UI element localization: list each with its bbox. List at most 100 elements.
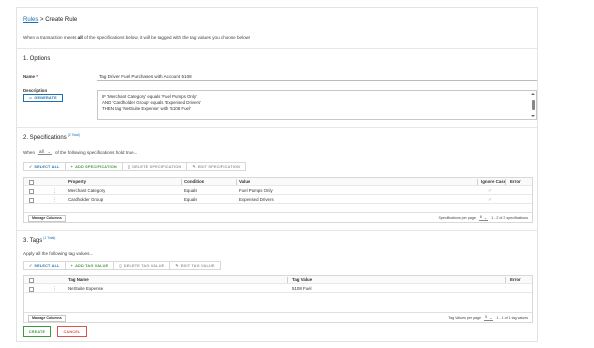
table-row[interactable]: ⋮ Cardholder Group Equals Expensed Drive…: [24, 196, 532, 204]
kebab-menu-icon[interactable]: ⋮: [52, 196, 57, 204]
grid-header-row: Tag Name Tag Value Error: [24, 276, 532, 284]
row-checkbox[interactable]: [29, 197, 34, 203]
breadcrumb-rules-link[interactable]: Rules: [23, 17, 38, 23]
name-input[interactable]: Tag Driver Fuel Purchases with Account 5…: [97, 72, 537, 81]
per-page-select[interactable]: 8 ⌄: [478, 215, 489, 221]
when-suffix: of the following specifications hold tru…: [54, 149, 138, 155]
kebab-menu-icon[interactable]: ⋮: [52, 285, 57, 293]
select-all-tags-button[interactable]: ✓ SELECT ALL: [24, 262, 66, 269]
create-button[interactable]: CREATE: [23, 326, 51, 337]
per-page-value: 8: [479, 215, 482, 219]
cell-value: Expensed Drivers: [239, 197, 274, 202]
add-tag-value-button[interactable]: + ADD TAG VALUE: [66, 262, 115, 269]
textarea-scrollbar[interactable]: [531, 92, 535, 118]
row-checkbox[interactable]: [29, 286, 34, 292]
chevron-down-icon: ⌄: [489, 315, 493, 320]
row-checkbox[interactable]: [29, 188, 34, 194]
cancel-button[interactable]: CANCEL: [57, 326, 87, 337]
column-header-property[interactable]: Property: [68, 178, 86, 186]
cell-condition: Equals: [184, 188, 198, 193]
chevron-down-icon: ⌄: [47, 149, 51, 154]
when-prefix: When: [23, 149, 36, 155]
required-mark: *: [36, 74, 38, 79]
per-page-label: Tag Values per page: [448, 316, 482, 320]
pagination-range: 1 - 1 of 1 tag values: [496, 316, 528, 320]
trash-icon: ▯: [127, 164, 131, 169]
column-header-ignore-case[interactable]: Ignore Case: [481, 178, 506, 186]
column-header-value[interactable]: Value: [239, 178, 250, 186]
description-line: THEN tag 'NetSuite Expense' with '5108 F…: [102, 106, 191, 111]
select-all-label: SELECT ALL: [34, 263, 60, 268]
column-separator: [505, 179, 506, 185]
description-textarea[interactable]: IF 'Merchant Category' equals 'Fuel Pump…: [97, 90, 537, 120]
select-all-label: SELECT ALL: [34, 164, 60, 169]
cell-value: Fuel Pumps Only: [239, 188, 273, 193]
ai-icon: AI: [29, 96, 33, 100]
name-label-text: Name: [23, 74, 35, 79]
tags-toolbar: ✓ SELECT ALL + ADD TAG VALUE ▯ DELETE TA…: [23, 261, 221, 270]
column-separator: [287, 277, 288, 283]
select-all-specifications-button[interactable]: ✓ SELECT ALL: [24, 163, 66, 170]
scroll-up-arrow-icon[interactable]: [531, 93, 535, 95]
column-header-error[interactable]: Error: [510, 178, 521, 186]
intro-text-before: When a transaction meets: [23, 35, 78, 40]
pencil-icon: ✎: [192, 165, 196, 169]
scroll-down-arrow-icon[interactable]: [531, 115, 535, 117]
pagination: Specifications per page 8 ⌄ 1 - 2 of 2 s…: [439, 213, 528, 223]
edit-tag-value-label: EDIT TAG VALUE: [180, 263, 215, 268]
divider: [17, 48, 537, 49]
scroll-thumb[interactable]: [531, 100, 535, 110]
edit-tag-value-button[interactable]: ✎ EDIT TAG VALUE: [170, 262, 219, 269]
delete-tag-value-label: DELETE TAG VALUE: [123, 263, 165, 268]
per-page-select[interactable]: 5 ⌄: [484, 315, 494, 321]
tags-heading: 3. Tags(1 Total): [23, 236, 55, 244]
column-separator: [505, 277, 506, 283]
check-icon: ✓: [29, 264, 33, 268]
cell-tag-name: NetSuite Expense: [68, 286, 104, 291]
manage-columns-button[interactable]: Manage Columns: [28, 314, 66, 322]
column-header-condition[interactable]: Condition: [184, 178, 204, 186]
name-label: Name *: [23, 74, 38, 79]
table-row[interactable]: ⋮ NetSuite Expense 5108 Fuel: [24, 285, 532, 293]
table-row[interactable]: ⋮ Merchant Category Equals Fuel Pumps On…: [24, 187, 532, 195]
edit-specification-button[interactable]: ✎ EDIT SPECIFICATION: [187, 163, 245, 170]
intro-text-after: of the specifications below, it will be …: [82, 35, 251, 40]
plus-icon: +: [70, 263, 74, 268]
edit-specification-label: EDIT SPECIFICATION: [197, 164, 241, 169]
generate-button[interactable]: AI GENERATE: [23, 94, 63, 102]
grid-header-row: Property Condition Value Ignore Case Err…: [24, 178, 532, 186]
check-icon: ✓: [29, 165, 33, 169]
kebab-menu-icon[interactable]: ⋮: [52, 187, 57, 195]
delete-specification-button[interactable]: ▯ DELETE SPECIFICATION: [123, 163, 188, 170]
add-specification-button[interactable]: + ADD SPECIFICATION: [66, 163, 123, 170]
add-specification-label: ADD SPECIFICATION: [75, 164, 117, 169]
column-separator: [477, 179, 478, 185]
select-all-rows-checkbox[interactable]: [29, 179, 34, 185]
plus-icon: +: [70, 164, 74, 169]
column-separator: [236, 179, 237, 185]
page-title: Create Rule: [45, 17, 78, 23]
divider: [17, 127, 537, 128]
tags-grid: Tag Name Tag Value Error ⋮ NetSuite Expe…: [23, 275, 533, 323]
specifications-toolbar: ✓ SELECT ALL + ADD SPECIFICATION ▯ DELET…: [23, 162, 247, 171]
cell-property: Cardholder Group: [68, 197, 104, 202]
select-all-rows-checkbox[interactable]: [29, 277, 34, 283]
options-heading: 1. Options: [23, 56, 51, 62]
when-select[interactable]: all ⌄: [38, 149, 52, 155]
manage-columns-button[interactable]: Manage Columns: [28, 214, 66, 222]
add-tag-value-label: ADD TAG VALUE: [75, 263, 109, 268]
specifications-heading: 2. Specifications(2 Total): [23, 133, 80, 141]
specifications-heading-text: 2. Specifications: [23, 135, 67, 141]
intro-text: When a transaction meets all of the spec…: [23, 35, 250, 40]
generate-button-label: GENERATE: [34, 96, 57, 100]
ignore-case-check-icon: ✓: [488, 197, 493, 203]
chevron-down-icon: ⌄: [483, 215, 488, 220]
delete-specification-label: DELETE SPECIFICATION: [132, 164, 182, 169]
breadcrumb: Rules > Create Rule: [23, 17, 77, 23]
column-header-error[interactable]: Error: [510, 276, 521, 284]
column-header-tag-value[interactable]: Tag Value: [292, 276, 312, 284]
when-clause: When all ⌄ of the following specificatio…: [23, 149, 137, 155]
tags-count-badge: (1 Total): [43, 236, 56, 240]
delete-tag-value-button[interactable]: ▯ DELETE TAG VALUE: [114, 262, 171, 269]
column-header-tag-name[interactable]: Tag Name: [68, 276, 89, 284]
